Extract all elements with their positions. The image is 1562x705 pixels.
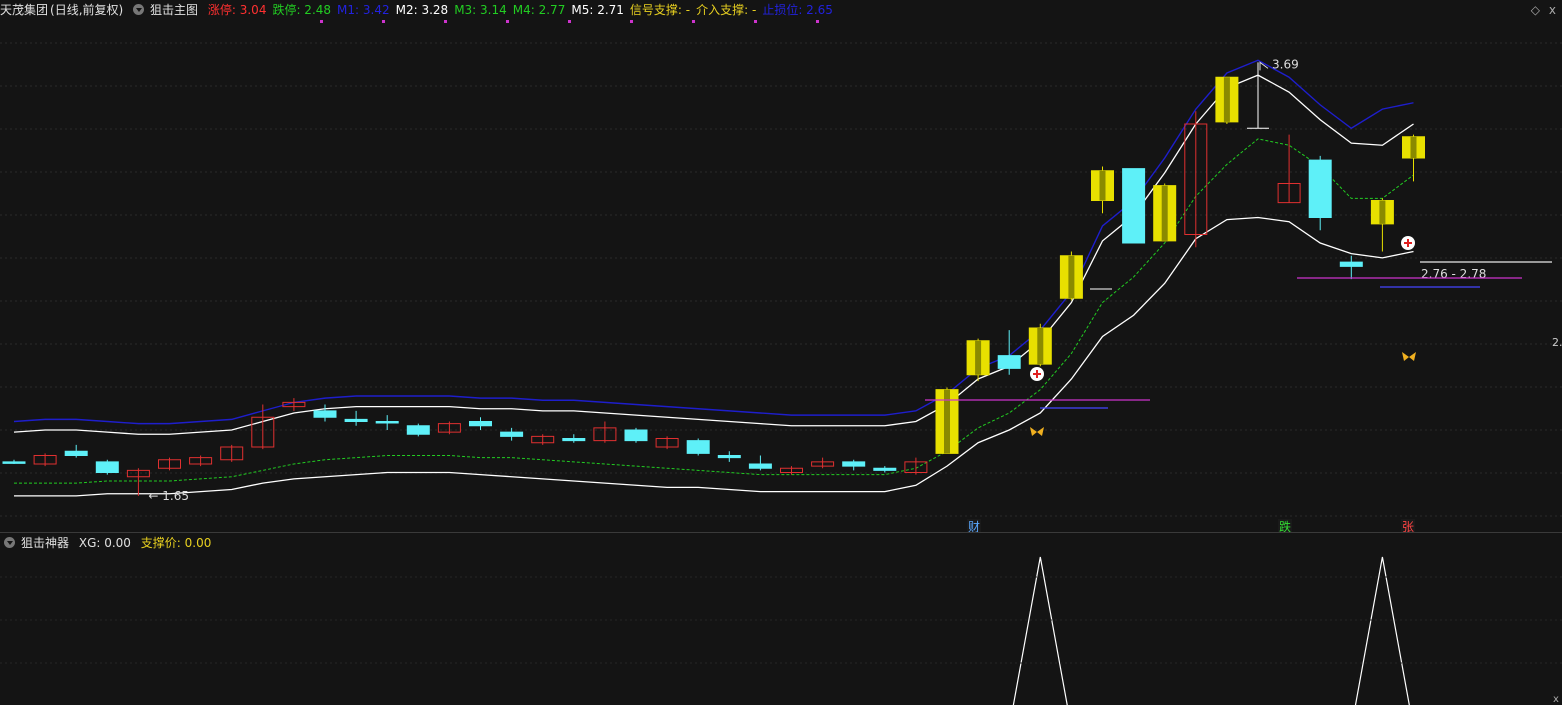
- sub-indicator-name[interactable]: 狙击神器: [21, 536, 69, 550]
- support-price-value: 支撑价: 0.00: [140, 536, 212, 550]
- signal-dot: [754, 20, 757, 23]
- signal-dot: [568, 20, 571, 23]
- candle-body: [873, 467, 897, 471]
- candle-stripe: [1037, 328, 1044, 365]
- indicator-item: 信号支撑: -: [629, 3, 691, 17]
- period-label[interactable]: (日线,前复权): [50, 3, 123, 17]
- low-price-label: ← 1.65: [148, 489, 189, 503]
- diamond-icon[interactable]: ◇: [1531, 3, 1540, 17]
- indicator-item: 止损位: 2.65: [762, 3, 833, 17]
- candle-stripe: [1161, 185, 1168, 241]
- indicator-item: M2: 3.28: [395, 3, 449, 17]
- signal-dot: [816, 20, 819, 23]
- range-label: 2.76 - 2.78: [1421, 267, 1486, 281]
- candle-stripe: [944, 389, 950, 454]
- stock-name[interactable]: 天茂集团: [0, 3, 48, 17]
- candle-body: [313, 410, 337, 418]
- candle-body: [95, 461, 119, 473]
- xg-spike: [1012, 556, 1068, 705]
- candle-body: [842, 461, 866, 467]
- indicator-item: M1: 3.42: [337, 3, 390, 17]
- candle-body: [1122, 168, 1146, 244]
- candle-body: [717, 455, 741, 459]
- candle-body: [1308, 159, 1332, 218]
- indicator-item: M4: 2.77: [512, 3, 566, 17]
- candle-stripe: [1379, 200, 1386, 224]
- xg-spike: [1354, 556, 1410, 705]
- candle-body: [406, 425, 430, 435]
- candle-body: [500, 431, 524, 437]
- candle-stripe: [975, 340, 982, 375]
- indicator-values: 涨停: 3.04 跌停: 2.48 M1: 3.42 M2: 3.28 M3: 3.14…: [208, 3, 839, 17]
- candle-stripe: [1410, 136, 1417, 158]
- indicator-item: M5: 2.71: [571, 3, 624, 17]
- indicator-item: 涨停: 3.04: [207, 3, 267, 17]
- candle-body: [344, 418, 368, 422]
- signal-dot: [692, 20, 695, 23]
- signal-dot: [320, 20, 323, 23]
- price-axis-label: 2.: [1552, 336, 1562, 349]
- m2-line: [13, 74, 1414, 435]
- indicator-item: M3: 3.14: [454, 3, 507, 17]
- candle-body: [64, 450, 88, 456]
- indicator-item: 介入支撑: -: [696, 3, 757, 17]
- close-icon[interactable]: x: [1549, 3, 1556, 17]
- butterfly-icon: [1030, 427, 1044, 436]
- chart-header: 天茂集团 (日线,前复权) 狙击主图 涨停: 3.04 跌停: 2.48 M1: 3.…: [0, 0, 1562, 20]
- indicator-name[interactable]: 狙击主图: [150, 3, 198, 17]
- main-chart[interactable]: 3.69← 1.652.76 - 2.78财跌张: [0, 0, 1562, 705]
- candle-body: [2, 461, 26, 464]
- candle-body: [562, 438, 586, 442]
- signal-dot: [630, 20, 633, 23]
- candle-stripe: [1068, 255, 1075, 299]
- candle-body: [624, 429, 648, 442]
- high-price-label: 3.69: [1272, 57, 1299, 71]
- close-sub-icon[interactable]: x: [1553, 694, 1559, 705]
- xg-value: XG: 0.00: [78, 536, 131, 550]
- candle-stripe: [1099, 170, 1106, 201]
- candle-body: [469, 421, 492, 427]
- candle-body: [375, 421, 399, 424]
- butterfly-icon: [1402, 352, 1416, 361]
- signal-dot: [506, 20, 509, 23]
- signal-dot: [382, 20, 385, 23]
- candle-body: [686, 440, 710, 454]
- candle-body: [748, 463, 772, 469]
- sub-chart-header: 狙击神器 XG: 0.00 支撑价: 0.00: [0, 533, 1562, 553]
- indicator-item: 跌停: 2.48: [272, 3, 332, 17]
- m3-line: [14, 138, 1414, 484]
- m5-line: [14, 216, 1414, 497]
- candle-stripe: [1223, 77, 1230, 122]
- candle-body: [997, 355, 1021, 369]
- candle-body: [1339, 261, 1363, 267]
- collapse-toggle-icon[interactable]: [4, 537, 15, 548]
- collapse-toggle-icon[interactable]: [133, 4, 145, 15]
- signal-dot: [444, 20, 447, 23]
